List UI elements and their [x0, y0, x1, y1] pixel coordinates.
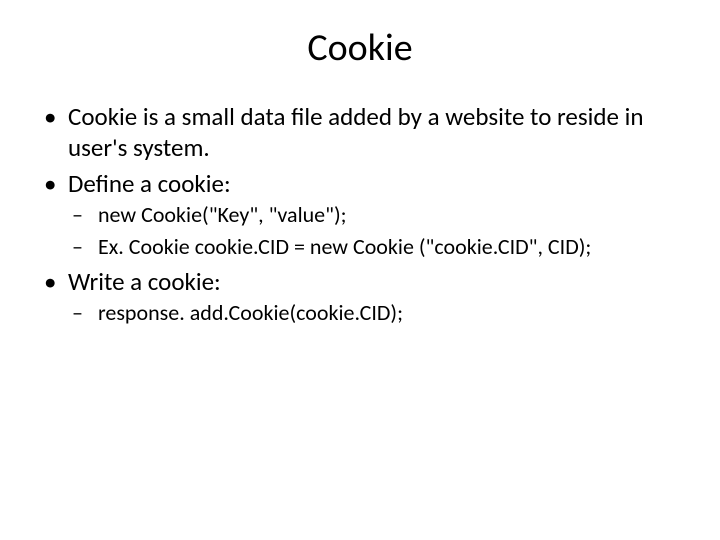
- bullet-list: Cookie is a small data file added by a w…: [40, 101, 680, 328]
- list-item: Write a cookie: response. add.Cookie(coo…: [40, 266, 680, 328]
- list-item: Define a cookie: new Cookie("Key", "valu…: [40, 168, 680, 262]
- list-item: Cookie is a small data file added by a w…: [40, 101, 680, 164]
- slide: Cookie Cookie is a small data file added…: [0, 0, 720, 540]
- sub-bullet-text: new Cookie("Key", "value");: [98, 201, 347, 228]
- sub-bullet-text: response. add.Cookie(cookie.CID);: [98, 299, 403, 326]
- bullet-text: Cookie is a small data file added by a w…: [68, 101, 643, 163]
- sub-list-item: response. add.Cookie(cookie.CID);: [68, 299, 680, 328]
- slide-title: Cookie: [40, 25, 680, 71]
- sub-list: new Cookie("Key", "value"); Ex. Cookie c…: [68, 201, 680, 262]
- sub-list-item: Ex. Cookie cookie.CID = new Cookie ("coo…: [68, 233, 680, 262]
- bullet-text: Write a cookie:: [68, 266, 221, 297]
- bullet-text: Define a cookie:: [68, 168, 231, 199]
- sub-list-item: new Cookie("Key", "value");: [68, 201, 680, 230]
- sub-list: response. add.Cookie(cookie.CID);: [68, 299, 680, 328]
- sub-bullet-text: Ex. Cookie cookie.CID = new Cookie ("coo…: [98, 233, 591, 260]
